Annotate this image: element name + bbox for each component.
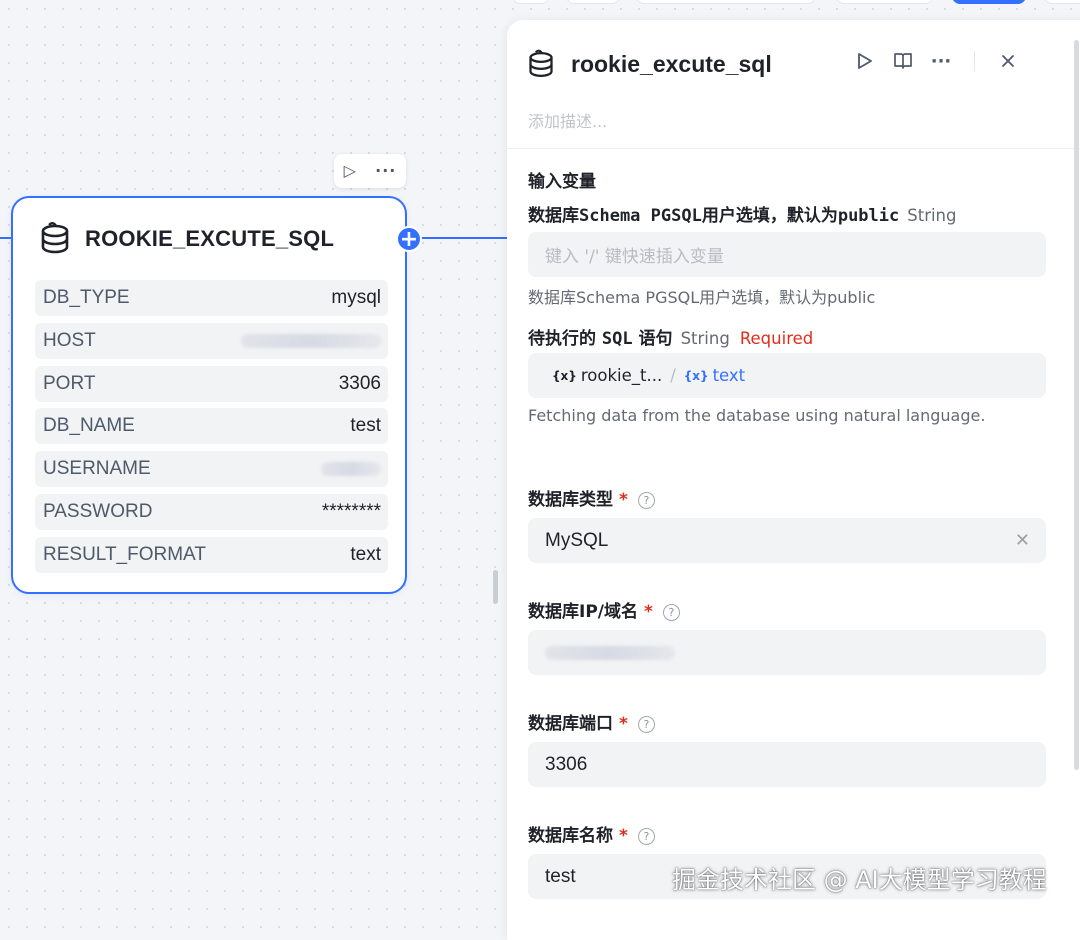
panel-scrollbar[interactable]	[1074, 40, 1079, 770]
header-divider	[974, 51, 975, 71]
database-icon	[529, 49, 553, 77]
run-icon[interactable]: ▷	[344, 163, 356, 179]
help-icon[interactable]: ?	[637, 492, 655, 509]
variable-field-name: text	[712, 366, 746, 385]
node-toolbar: ▷ ···	[334, 154, 406, 188]
node-param-row: PORT 3306	[35, 365, 388, 402]
required-star: *	[619, 826, 628, 846]
close-icon[interactable]	[995, 48, 1021, 74]
watermark: 掘金技术社区 @ AI大模型学习教程	[672, 866, 1047, 894]
node-title: ROOKIE_EXCUTE_SQL	[85, 226, 335, 251]
db-host-input[interactable]	[528, 630, 1046, 675]
add-node-port-icon[interactable]: +	[396, 226, 422, 252]
outgoing-edge[interactable]	[420, 237, 510, 239]
clear-icon[interactable]: ✕	[1015, 530, 1030, 551]
db-type-label: 数据库类型 *?	[528, 485, 655, 510]
schema-label-text: 数据库	[528, 206, 579, 226]
param-key: PASSWORD	[43, 500, 153, 522]
type-tag: String	[680, 329, 730, 348]
toolbar-primary-button[interactable]	[952, 0, 1026, 4]
sql-label-text: 语句	[632, 329, 673, 349]
required-star: *	[619, 490, 628, 510]
db-type-label-text: 数据库类型	[528, 490, 613, 510]
node-param-row: RESULT_FORMAT text	[35, 536, 388, 573]
required-star: *	[644, 602, 653, 622]
redacted-value	[321, 462, 381, 477]
panel-title: rookie_excute_sql	[571, 50, 772, 77]
node-params: DB_TYPE mysql HOST PORT 3306 DB_NAME test U…	[35, 280, 388, 580]
variable-reference[interactable]: {x} rookie_t... / {x} text	[552, 366, 745, 385]
param-value: text	[350, 543, 381, 565]
panel-divider	[507, 148, 1080, 149]
workflow-node[interactable]: ROOKIE_EXCUTE_SQL DB_TYPE mysql HOST PORT…	[11, 196, 407, 594]
toolbar-chip[interactable]	[566, 0, 620, 4]
node-settings-panel: rookie_excute_sql ··· 添加描述...	[507, 20, 1080, 940]
description-input[interactable]: 添加描述...	[528, 108, 607, 132]
node-param-row: PASSWORD ********	[35, 493, 388, 530]
help-icon[interactable]: ?	[637, 716, 655, 733]
schema-label: 数据库Schema PGSQL用户选填，默认为public String	[528, 201, 957, 226]
sql-variable-input[interactable]: {x} rookie_t... / {x} text	[528, 353, 1046, 398]
node-param-row: USERNAME	[35, 451, 388, 488]
param-value: 3306	[338, 372, 381, 394]
db-port-value: 3306	[545, 753, 588, 775]
schema-label-mono: public	[837, 206, 900, 226]
section-title: 输入变量	[528, 172, 596, 192]
variable-separator: /	[670, 366, 676, 385]
variable-icon: {x}	[552, 368, 577, 383]
param-value: ********	[321, 500, 381, 522]
node-param-row: HOST	[35, 322, 388, 359]
toolbar-chip[interactable]	[636, 0, 816, 4]
param-value: mysql	[331, 287, 381, 308]
more-icon[interactable]: ···	[375, 163, 396, 179]
db-type-select[interactable]: MySQL ✕	[528, 518, 1046, 563]
required-tag: Required	[739, 329, 814, 348]
schema-input[interactable]: 键入 '/' 键快速插入变量	[528, 232, 1046, 277]
db-name-value: test	[545, 865, 576, 887]
node-param-row: DB_NAME test	[35, 408, 388, 445]
more-icon[interactable]: ···	[928, 48, 954, 74]
run-icon[interactable]	[852, 48, 878, 74]
sql-label-mono: SQL	[601, 329, 633, 349]
help-icon[interactable]: ?	[662, 604, 680, 621]
db-port-input[interactable]: 3306	[528, 742, 1046, 787]
param-key: PORT	[43, 372, 96, 394]
required-star: *	[619, 714, 628, 734]
db-host-label: 数据库IP/域名 *?	[528, 597, 680, 622]
db-name-label: 数据库名称 *?	[528, 821, 655, 846]
db-port-label: 数据库端口 *?	[528, 709, 655, 734]
param-key: DB_TYPE	[43, 287, 130, 308]
variable-node-name: rookie_t...	[580, 366, 663, 385]
book-icon[interactable]	[890, 48, 916, 74]
schema-label-text: 用户选填，默认为	[701, 206, 838, 226]
sql-label-text: 待执行的	[528, 329, 602, 349]
param-key: USERNAME	[43, 458, 151, 480]
database-icon	[41, 222, 69, 254]
toolbar-chip[interactable]	[836, 0, 934, 4]
param-key: RESULT_FORMAT	[43, 543, 206, 565]
help-icon[interactable]: ?	[637, 828, 655, 845]
variable-icon: {x}	[683, 368, 709, 383]
redacted-value	[545, 645, 675, 660]
toolbar-chip[interactable]	[512, 0, 550, 4]
node-param-row: DB_TYPE mysql	[35, 280, 388, 316]
db-type-value: MySQL	[545, 529, 609, 551]
db-host-label-text: 数据库IP/域名	[528, 602, 638, 622]
toolbar-chip[interactable]	[1044, 0, 1080, 4]
sql-label: 待执行的 SQL 语句 String Required	[528, 324, 813, 349]
param-value: test	[350, 415, 381, 437]
param-key: HOST	[43, 329, 96, 351]
type-tag: String	[907, 206, 957, 225]
schema-label-mono: Schema PGSQL	[579, 206, 702, 226]
db-port-label-text: 数据库端口	[528, 714, 613, 734]
resize-handle[interactable]	[493, 570, 498, 604]
panel-header-actions: ···	[852, 48, 1033, 74]
schema-hint: 数据库Schema PGSQL用户选填，默认为public	[528, 288, 876, 307]
param-key: DB_NAME	[43, 415, 135, 437]
db-name-label-text: 数据库名称	[528, 826, 613, 846]
sql-hint: Fetching data from the database using na…	[528, 406, 986, 425]
redacted-value	[241, 333, 381, 348]
node-header: ROOKIE_EXCUTE_SQL	[39, 222, 334, 256]
